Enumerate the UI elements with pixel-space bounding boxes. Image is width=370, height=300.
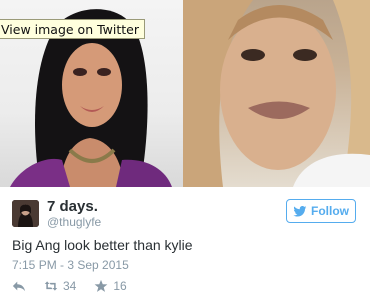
profile-name[interactable]: 7 days.: [47, 198, 98, 215]
follow-label: Follow: [311, 204, 349, 218]
tweet-actions: 34 16: [12, 277, 145, 295]
retweet-button[interactable]: 34: [44, 279, 76, 293]
like-count: 16: [113, 279, 127, 293]
media-photo-right[interactable]: [183, 0, 370, 187]
twitter-bird-icon: [293, 205, 307, 217]
tweet-timestamp[interactable]: 7:15 PM - 3 Sep 2015: [12, 258, 129, 272]
reply-icon: [12, 281, 26, 292]
follow-button[interactable]: Follow: [286, 199, 356, 223]
tweet-card: 7 days. @thuglyfe Follow Big Ang look be…: [0, 187, 370, 300]
retweet-icon: [44, 281, 58, 291]
view-image-tooltip: View image on Twitter: [0, 19, 145, 39]
star-icon: [94, 279, 108, 292]
retweet-count: 34: [63, 279, 77, 293]
profile-handle[interactable]: @thuglyfe: [47, 215, 101, 229]
avatar[interactable]: [12, 200, 39, 227]
photo-right-image: [183, 0, 370, 187]
like-button[interactable]: 16: [94, 279, 127, 293]
tweet-text: Big Ang look better than kylie: [12, 237, 193, 253]
reply-button[interactable]: [12, 279, 26, 293]
avatar-image: [12, 200, 39, 227]
